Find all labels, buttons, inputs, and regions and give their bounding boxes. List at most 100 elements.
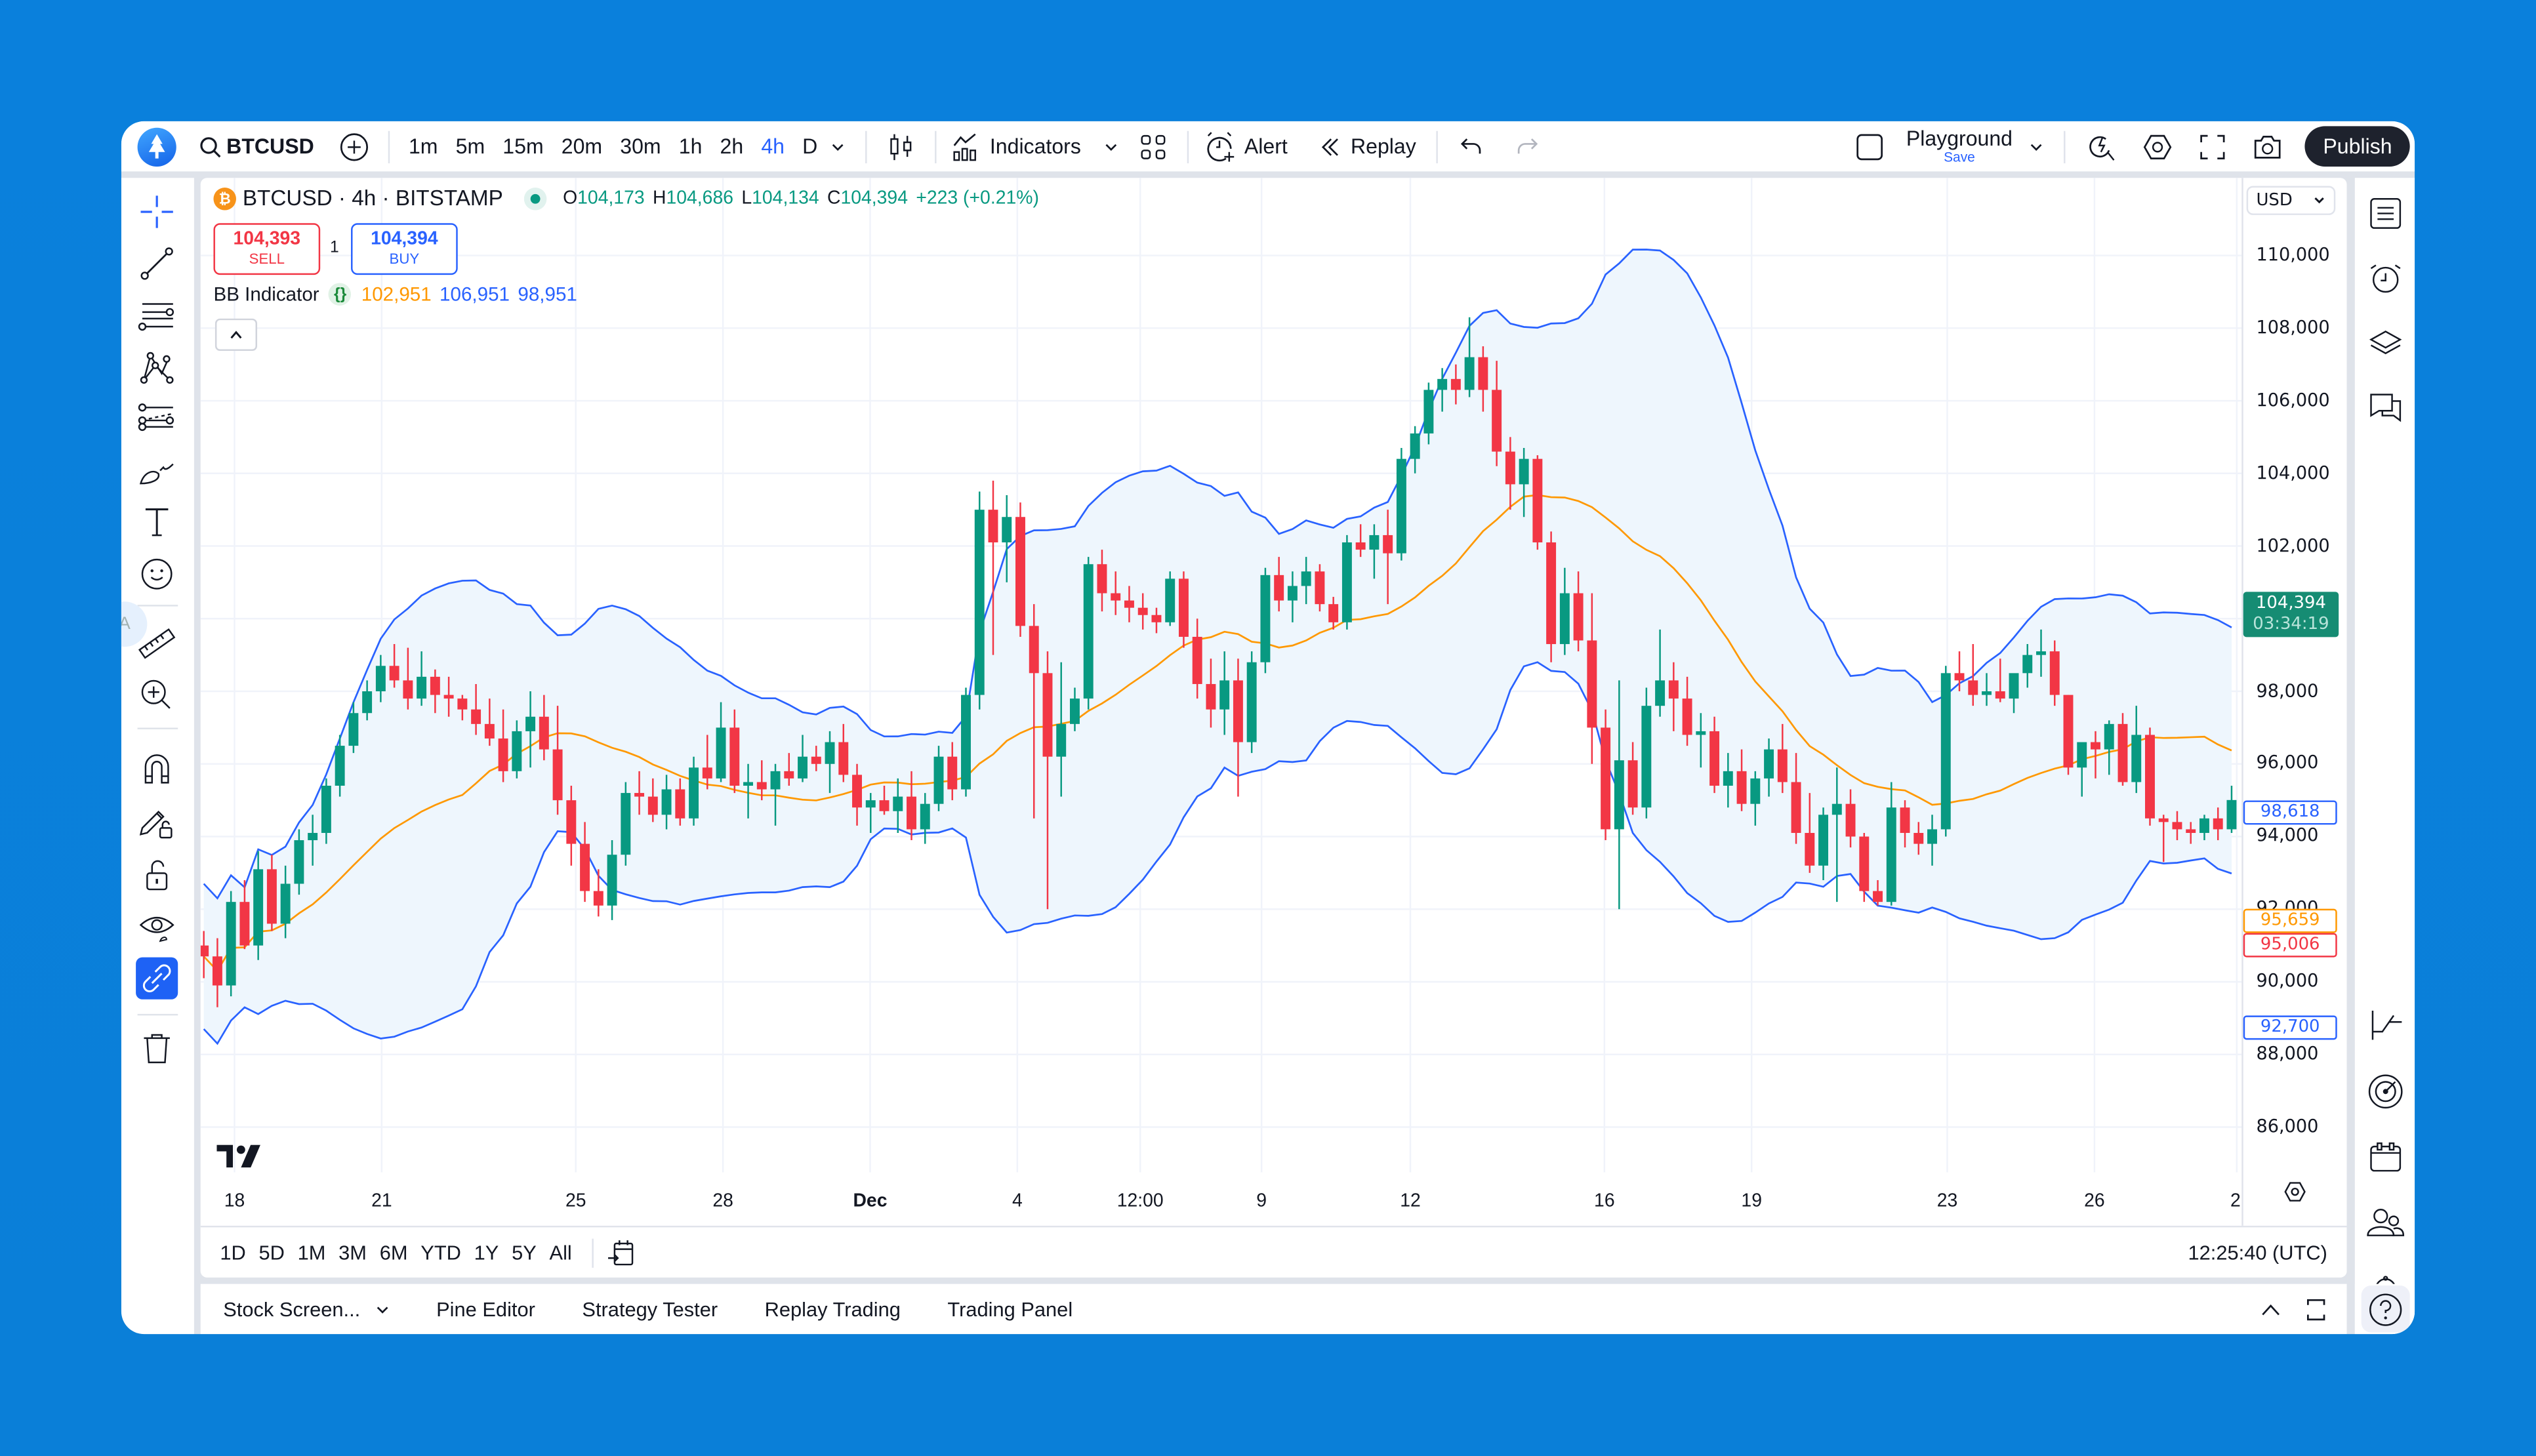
- sync-drawings-tool[interactable]: [136, 957, 178, 1000]
- go-to-date-button[interactable]: [606, 1239, 635, 1268]
- time-tick-label: 25: [565, 1192, 586, 1211]
- range-1d[interactable]: 1D: [220, 1242, 245, 1265]
- grid-icon: [1141, 134, 1166, 159]
- candle: [621, 782, 631, 866]
- timeframe-1h[interactable]: 1h: [670, 121, 711, 171]
- tab-pine-editor[interactable]: Pine Editor: [436, 1298, 535, 1321]
- pattern-tool[interactable]: [136, 346, 178, 388]
- community-button[interactable]: [2363, 1202, 2408, 1247]
- snapshot-button[interactable]: [2241, 121, 2296, 171]
- source-code-icon[interactable]: {}: [329, 283, 352, 306]
- object-tree-button[interactable]: [2363, 320, 2408, 365]
- settings-button[interactable]: [2131, 121, 2186, 171]
- indicators-button[interactable]: Indicators: [952, 121, 1081, 171]
- last-price-value: 104,394: [2255, 593, 2326, 613]
- timeframe-5m[interactable]: 5m: [447, 121, 494, 171]
- price-tick-label: 88,000: [2256, 1043, 2319, 1064]
- candle-body: [893, 796, 903, 811]
- lock-all-tool[interactable]: [136, 854, 178, 896]
- axis-settings-button[interactable]: [2283, 1181, 2306, 1211]
- candle-body: [1709, 731, 1720, 786]
- tradingview-logo[interactable]: [216, 1144, 262, 1176]
- quick-search-button[interactable]: [2076, 121, 2131, 171]
- range-3m[interactable]: 3M: [338, 1242, 367, 1265]
- trend-line-tool[interactable]: [136, 243, 178, 285]
- candle-body: [675, 789, 685, 819]
- screener-button[interactable]: [2363, 1069, 2408, 1114]
- symbol-title[interactable]: BTCUSD · 4h · BITSTAMP: [243, 186, 503, 211]
- range-ytd[interactable]: YTD: [420, 1242, 461, 1265]
- brush-tool[interactable]: [136, 449, 178, 491]
- range-all[interactable]: All: [550, 1242, 572, 1265]
- tab-trading-panel[interactable]: Trading Panel: [947, 1298, 1073, 1321]
- timeframe-D[interactable]: D: [794, 121, 827, 171]
- text-tool[interactable]: [136, 501, 178, 543]
- chats-button[interactable]: [2363, 385, 2408, 430]
- publish-button[interactable]: Publish: [2305, 126, 2410, 167]
- lock-drawings-tool[interactable]: [136, 800, 178, 842]
- price-chart[interactable]: [200, 178, 2347, 1226]
- maximize-panel-button[interactable]: [2304, 1296, 2327, 1322]
- timeframe-1m[interactable]: 1m: [399, 121, 447, 171]
- candle: [2145, 727, 2155, 826]
- alerts-button[interactable]: [2363, 256, 2408, 301]
- range-1m[interactable]: 1M: [298, 1242, 326, 1265]
- layout-checkbox[interactable]: [1845, 121, 1893, 171]
- open-label: O: [563, 188, 578, 208]
- timeframe-dropdown[interactable]: [830, 121, 846, 171]
- alert-button[interactable]: Alert: [1206, 121, 1288, 171]
- candle-body: [1083, 564, 1094, 699]
- collapse-legend-button[interactable]: [215, 318, 258, 352]
- buy-button[interactable]: 104,394 BUY: [351, 223, 458, 275]
- range-1y[interactable]: 1Y: [474, 1242, 499, 1265]
- layout-name-button[interactable]: Playground Save: [1906, 127, 2013, 165]
- symbol-search[interactable]: BTCUSD: [199, 121, 314, 171]
- layout-dropdown[interactable]: [2019, 121, 2055, 171]
- hide-drawings-tool[interactable]: [136, 906, 178, 948]
- candle-body: [1015, 517, 1025, 626]
- indicator-legend[interactable]: BB Indicator {} 102,951 106,951 98,951: [213, 283, 577, 306]
- replay-button[interactable]: Replay: [1320, 121, 1416, 171]
- compare-button[interactable]: [330, 121, 378, 171]
- layouts-button[interactable]: [1130, 121, 1178, 171]
- expand-panel-button[interactable]: [2259, 1301, 2282, 1318]
- help-button[interactable]: [2361, 1285, 2410, 1333]
- timeframe-4h[interactable]: 4h: [752, 121, 794, 171]
- redo-button[interactable]: [1502, 121, 1550, 171]
- timeframe-15m[interactable]: 15m: [494, 121, 552, 171]
- sell-button[interactable]: 104,393 SELL: [213, 223, 321, 275]
- remove-drawings-tool[interactable]: [136, 1027, 178, 1069]
- measure-tool[interactable]: [136, 622, 178, 664]
- range-5y[interactable]: 5Y: [512, 1242, 537, 1265]
- order-quantity[interactable]: 1: [330, 239, 339, 257]
- fib-retracement-tool[interactable]: [136, 294, 178, 336]
- time-tick-label: 21: [371, 1192, 392, 1211]
- tab-stock-screen[interactable]: Stock Screen...: [223, 1298, 389, 1320]
- tab-replay-trading[interactable]: Replay Trading: [765, 1298, 901, 1321]
- watchlist-button[interactable]: [2363, 191, 2408, 236]
- indicators-dropdown[interactable]: [1094, 121, 1130, 171]
- range-6m[interactable]: 6M: [380, 1242, 408, 1265]
- tab-strategy-tester[interactable]: Strategy Tester: [582, 1298, 718, 1321]
- zoom-in-tool[interactable]: [136, 674, 178, 716]
- undo-button[interactable]: [1447, 121, 1496, 171]
- timeframe-20m[interactable]: 20m: [552, 121, 611, 171]
- chart-type-button[interactable]: [876, 121, 925, 171]
- calendar-button[interactable]: [2363, 1135, 2408, 1181]
- magnet-tool[interactable]: [136, 747, 178, 789]
- candle-body: [1492, 390, 1502, 452]
- timeframe-2h[interactable]: 2h: [711, 121, 752, 171]
- trading-panel-button[interactable]: [2363, 1003, 2408, 1048]
- app-logo[interactable]: [137, 127, 176, 166]
- fullscreen-button[interactable]: [2186, 121, 2241, 171]
- range-5d[interactable]: 5D: [258, 1242, 284, 1265]
- crosshair-tool[interactable]: [136, 191, 178, 233]
- currency-select[interactable]: USD: [2246, 186, 2336, 215]
- market-status-indicator[interactable]: [523, 186, 547, 210]
- forecast-tool[interactable]: [136, 398, 178, 440]
- emoji-tool[interactable]: [136, 553, 178, 595]
- timeframe-30m[interactable]: 30m: [611, 121, 670, 171]
- time-tick-label: 28: [712, 1192, 733, 1211]
- utc-clock[interactable]: 12:25:40 (UTC): [2188, 1242, 2327, 1265]
- price-tick-label: 86,000: [2256, 1116, 2319, 1137]
